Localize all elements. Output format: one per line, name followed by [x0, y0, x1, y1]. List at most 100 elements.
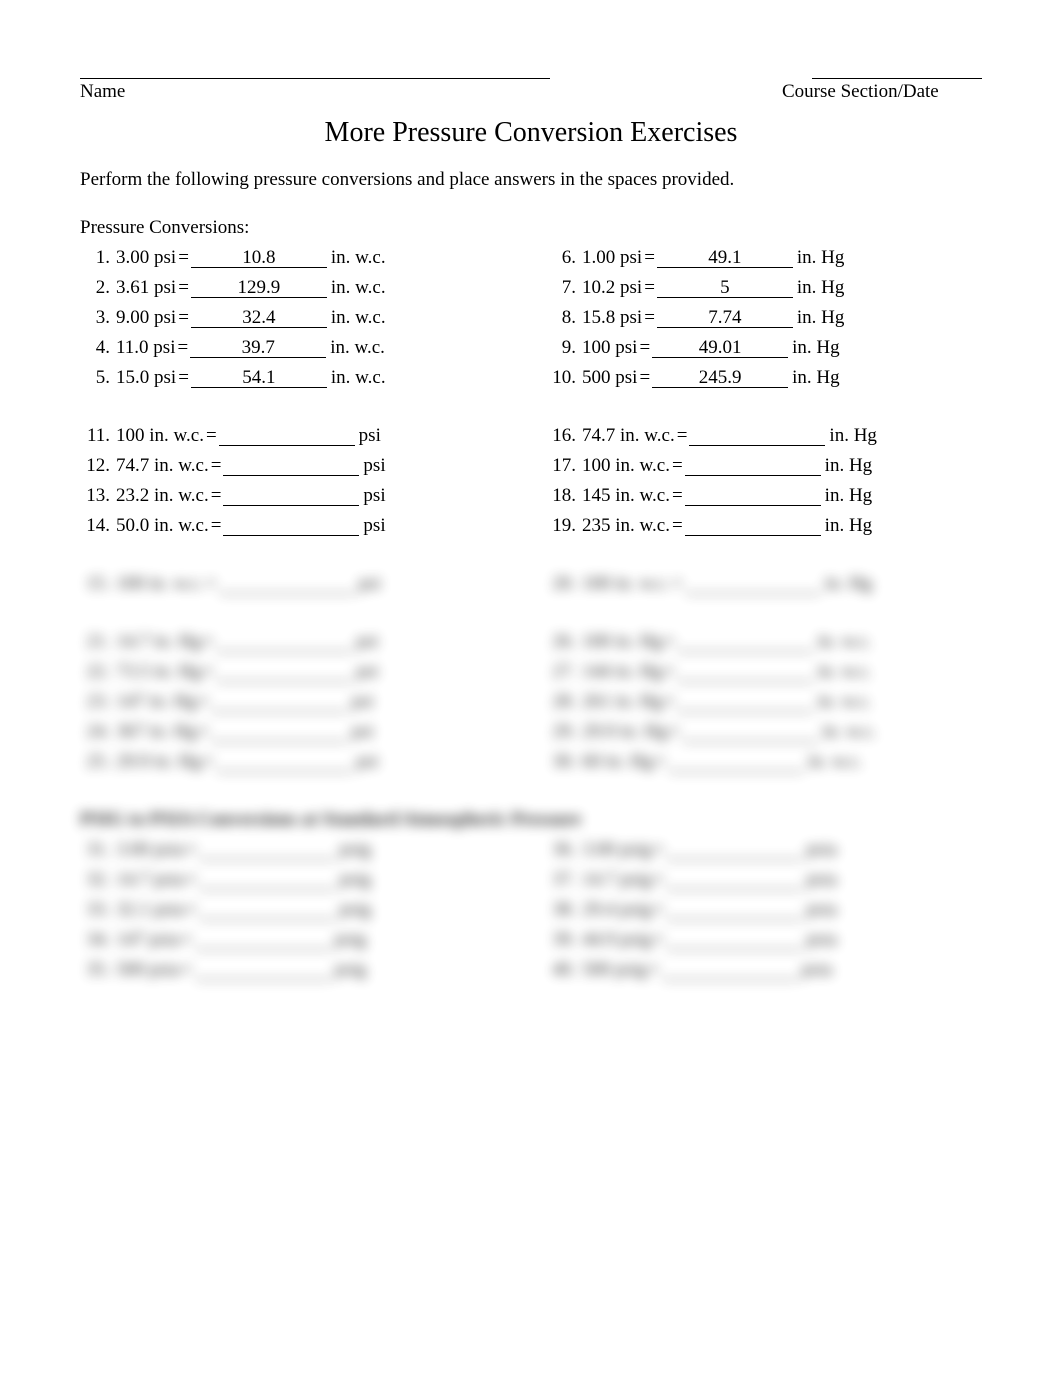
exercise-row: 18.145 in. w.c. = in. Hg	[546, 485, 982, 507]
exercise-row: 6.1.00 psi = 49.1 in. Hg	[546, 247, 982, 269]
equals: =	[209, 485, 224, 507]
answer-blank[interactable]	[211, 723, 347, 742]
exercise-row: 7.10.2 psi = 5 in. Hg	[546, 277, 982, 299]
answer-blank[interactable]	[685, 517, 821, 536]
group-2: 11.100 in. w.c. = psi12.74.7 in. w.c. = …	[80, 425, 982, 545]
answer-blank[interactable]: 54.1	[191, 369, 327, 388]
equals: =	[652, 869, 667, 891]
answer-blank[interactable]	[666, 871, 802, 890]
item-number: 23.	[80, 691, 116, 713]
answer-blank[interactable]	[685, 457, 821, 476]
item-number: 22.	[80, 661, 116, 683]
answer-blank[interactable]	[219, 427, 355, 446]
item-number: 25.	[80, 751, 116, 773]
answer-blank[interactable]	[689, 427, 825, 446]
answer-blank[interactable]: 39.7	[190, 339, 326, 358]
item-lhs: 235 in. w.c.	[582, 515, 670, 537]
equals: =	[204, 425, 219, 447]
answer-blank[interactable]	[199, 841, 335, 860]
answer-blank[interactable]	[677, 663, 813, 682]
equals: =	[642, 247, 657, 269]
item-lhs: 3.00 psi	[116, 247, 176, 269]
item-lhs: 145 in. w.c.	[582, 485, 670, 507]
answer-blank[interactable]: 5	[657, 279, 793, 298]
answer-blank[interactable]	[223, 457, 359, 476]
answer-blank[interactable]	[666, 841, 802, 860]
answer-blank[interactable]: 7.74	[657, 309, 793, 328]
item-number: 29.	[546, 721, 582, 743]
answer-blank[interactable]	[211, 693, 347, 712]
equals: =	[642, 307, 657, 329]
item-unit: psia	[802, 899, 837, 921]
equals: =	[176, 307, 191, 329]
answer-blank[interactable]	[662, 961, 798, 980]
answer-blank[interactable]	[677, 633, 813, 652]
exercise-row: 30.60 in. Hg = in. w.c.	[546, 751, 982, 773]
item-unit: psi	[359, 485, 385, 507]
course-section-line[interactable]	[812, 60, 982, 79]
header-labels: Name Course Section/Date	[80, 81, 982, 103]
answer-blank[interactable]: 129.9	[191, 279, 327, 298]
answer-blank[interactable]	[677, 693, 813, 712]
psia-heading: PSIG to PSIA Conversions at Standard Atm…	[80, 809, 982, 831]
exercise-row: 21.14.7 in. Hg = psi	[80, 631, 516, 653]
item-number: 21.	[80, 631, 116, 653]
equals: =	[185, 869, 200, 891]
item-number: 4.	[80, 337, 116, 359]
answer-blank[interactable]	[666, 901, 802, 920]
exercise-row: 36.3.00 psig = psia	[546, 839, 982, 861]
exercise-row: 24.367 in. Hg = psi	[80, 721, 516, 743]
answer-blank[interactable]: 10.8	[191, 249, 327, 268]
exercise-row: 3.9.00 psi = 32.4 in. w.c.	[80, 307, 516, 329]
item-lhs: 100 in. w.c.	[116, 425, 204, 447]
answer-blank[interactable]	[216, 663, 352, 682]
item-lhs: 500 psi	[582, 367, 637, 389]
answer-blank[interactable]	[199, 901, 335, 920]
item-number: 13.	[80, 485, 116, 507]
answer-blank[interactable]: 32.4	[191, 309, 327, 328]
equals: =	[175, 337, 190, 359]
answer-blank[interactable]: 49.01	[652, 339, 788, 358]
answer-blank[interactable]	[195, 961, 331, 980]
equals: =	[185, 839, 200, 861]
answer-blank[interactable]: 49.1	[657, 249, 793, 268]
name-label: Name	[80, 81, 550, 103]
item-number: 28.	[546, 691, 582, 713]
answer-blank[interactable]	[216, 753, 352, 772]
item-unit: psia	[802, 839, 837, 861]
answer-blank[interactable]	[685, 487, 821, 506]
answer-blank[interactable]	[195, 931, 331, 950]
answer-blank[interactable]	[668, 753, 804, 772]
equals: =	[637, 337, 652, 359]
exercise-row: 29.29.9 in. Hg = in. w.c.	[546, 721, 982, 743]
answer-blank[interactable]	[685, 575, 821, 594]
answer-blank[interactable]	[682, 723, 818, 742]
item-lhs: 100 in. w.c.	[582, 455, 670, 477]
equals: =	[652, 839, 667, 861]
answer-blank[interactable]	[199, 871, 335, 890]
item-unit: psia	[802, 929, 837, 951]
answer-blank[interactable]: 245.9	[652, 369, 788, 388]
name-line[interactable]	[80, 60, 550, 79]
item-number: 12.	[80, 455, 116, 477]
item-lhs: 9.00 psi	[116, 307, 176, 329]
item-unit: psig	[335, 899, 371, 921]
exercise-row: 5.15.0 psi = 54.1 in. w.c.	[80, 367, 516, 389]
item-lhs: 144 in. Hg	[582, 661, 663, 683]
exercise-row: 13.23.2 in. w.c. = psi	[80, 485, 516, 507]
exercise-row: 19.235 in. w.c. = in. Hg	[546, 515, 982, 537]
answer-blank[interactable]	[223, 487, 359, 506]
item-unit: in. w.c.	[327, 307, 386, 329]
answer-blank[interactable]	[666, 931, 802, 950]
answer-blank[interactable]	[216, 633, 352, 652]
group-1: 1.3.00 psi = 10.8 in. w.c.2.3.61 psi = 1…	[80, 247, 982, 397]
item-number: 16.	[546, 425, 582, 447]
item-unit: in. Hg	[788, 367, 840, 389]
exercise-row: 28.261 in. Hg = in. w.c.	[546, 691, 982, 713]
item-lhs: 50.0 in. w.c.	[116, 515, 209, 537]
item-unit: psi	[352, 631, 378, 653]
exercise-row: 32.14.7 psia = psig	[80, 869, 516, 891]
exercise-row: 20.100 in. w.c. = in. Hg	[546, 573, 982, 595]
answer-blank[interactable]	[219, 575, 355, 594]
answer-blank[interactable]	[223, 517, 359, 536]
